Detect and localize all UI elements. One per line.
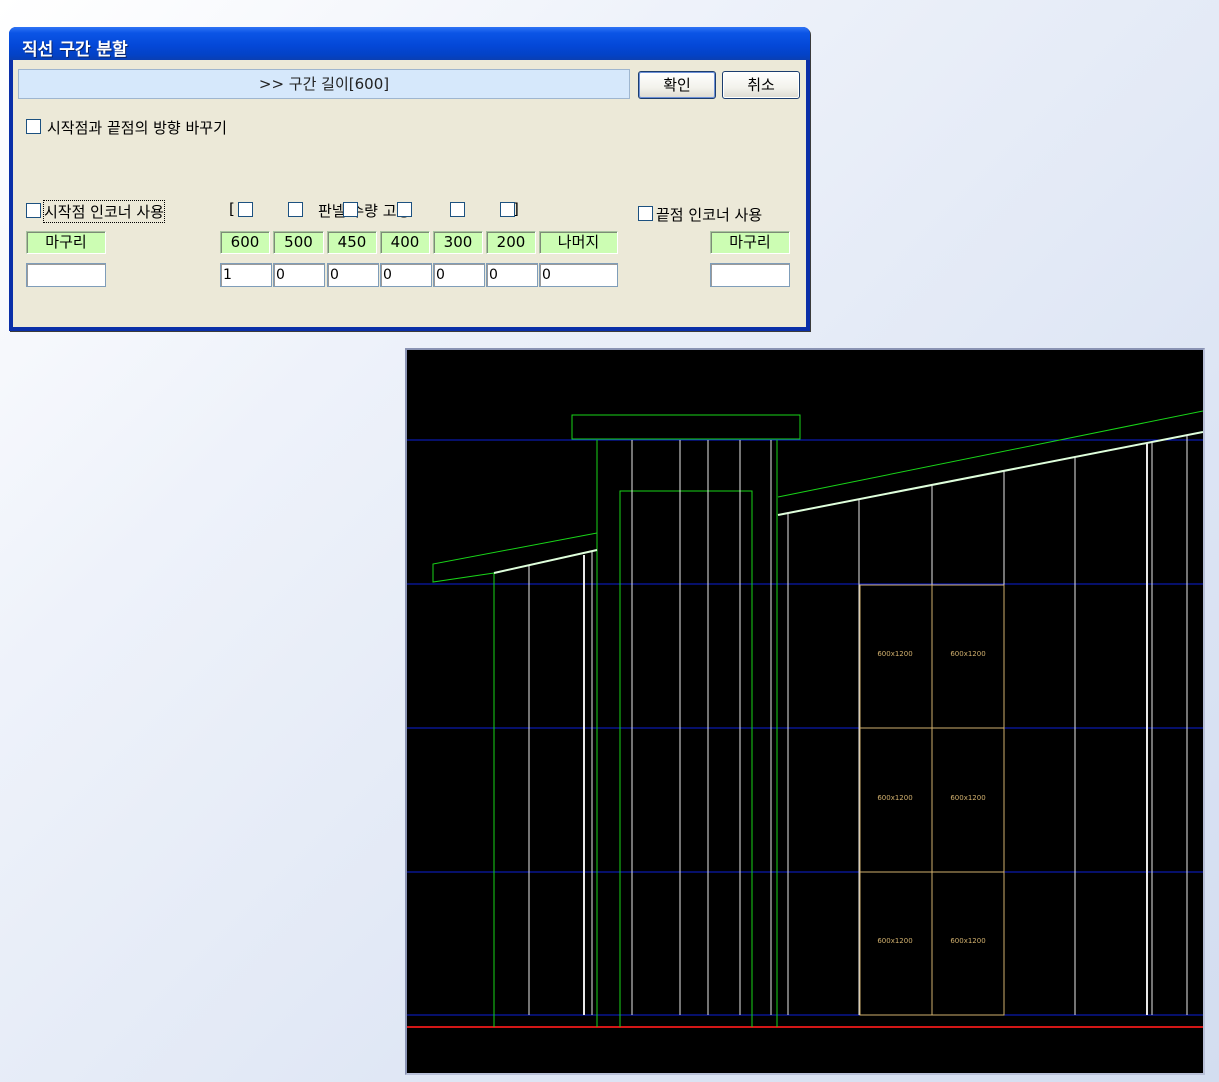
reverse-direction-label[interactable]: 시작점과 끝점의 방향 바꾸기: [47, 117, 227, 138]
dialog-titlebar[interactable]: 직선 구간 분할: [9, 27, 810, 60]
tile-label: 600x1200: [950, 650, 985, 658]
panel-qty-bracket-left: [: [229, 200, 235, 218]
start-corner-label[interactable]: 시작점 인코너 사용: [43, 200, 165, 223]
grid-lines: [407, 439, 1203, 1016]
start-finish-label: 마구리: [26, 231, 106, 254]
fix-600-checkbox[interactable]: [238, 202, 253, 217]
qty-input-300[interactable]: 0: [433, 263, 485, 287]
fix-300-checkbox[interactable]: [450, 202, 465, 217]
tile-label: 600x1200: [877, 794, 912, 802]
size-label-200: 200: [486, 231, 536, 254]
end-finish-input[interactable]: [710, 263, 790, 287]
reverse-direction-checkbox[interactable]: [26, 119, 41, 134]
cad-viewport[interactable]: 600x1200 600x1200 600x1200 600x1200 600x…: [405, 348, 1205, 1075]
fix-450-checkbox[interactable]: [343, 202, 358, 217]
inner-frame: [619, 490, 753, 1027]
left-roof-outline: [432, 532, 598, 583]
size-label-remainder: 나머지: [539, 231, 618, 254]
qty-input-remainder[interactable]: 0: [539, 263, 618, 287]
cad-drawing: 600x1200 600x1200 600x1200 600x1200 600x…: [407, 410, 1203, 1028]
start-corner-checkbox[interactable]: [26, 203, 41, 218]
ok-button[interactable]: 확인: [638, 71, 716, 99]
size-label-600: 600: [220, 231, 270, 254]
end-finish-label: 마구리: [710, 231, 790, 254]
fix-400-checkbox[interactable]: [397, 202, 412, 217]
wall-outline: [432, 410, 1203, 1027]
tile-label: 600x1200: [877, 650, 912, 658]
end-corner-checkbox[interactable]: [638, 206, 653, 221]
top-cap: [571, 414, 801, 440]
right-roof-upper: [777, 410, 1203, 498]
end-corner-label[interactable]: 끝점 인코너 사용: [656, 204, 762, 225]
cancel-button[interactable]: 취소: [722, 71, 800, 99]
qty-input-600[interactable]: 1: [220, 263, 272, 287]
right-roof-slope: [777, 431, 1203, 516]
size-label-400: 400: [380, 231, 430, 254]
start-finish-input[interactable]: [26, 263, 106, 287]
tile-label: 600x1200: [950, 794, 985, 802]
dialog-title: 직선 구간 분할: [22, 40, 128, 60]
dialog-body: >> 구간 길이[600] 확인 취소 시작점과 끝점의 방향 바꾸기 [ 판넬…: [13, 60, 806, 327]
qty-input-500[interactable]: 0: [273, 263, 325, 287]
split-dialog: 직선 구간 분할 >> 구간 길이[600] 확인 취소 시작점과 끝점의 방향…: [9, 27, 810, 331]
size-label-500: 500: [273, 231, 324, 254]
qty-input-450[interactable]: 0: [327, 263, 379, 287]
left-roof-slope: [493, 549, 598, 574]
tile-label: 600x1200: [877, 937, 912, 945]
fix-500-checkbox[interactable]: [288, 202, 303, 217]
size-label-450: 450: [327, 231, 377, 254]
size-label-300: 300: [433, 231, 483, 254]
tile-label: 600x1200: [950, 937, 985, 945]
fix-200-checkbox[interactable]: [500, 202, 515, 217]
qty-input-200[interactable]: 0: [486, 263, 538, 287]
panel-lines: [493, 431, 1203, 1015]
qty-input-400[interactable]: 0: [380, 263, 432, 287]
command-line-display: >> 구간 길이[600]: [18, 69, 630, 99]
